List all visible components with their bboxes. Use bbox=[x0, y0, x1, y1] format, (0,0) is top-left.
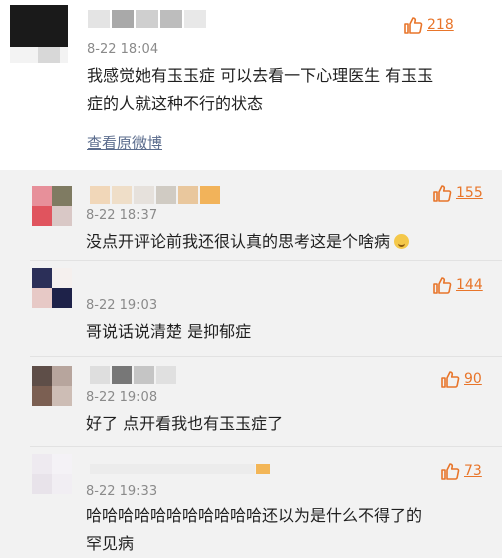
reply-time: 8-22 18:37 bbox=[86, 208, 158, 223]
reply-time: 8-22 19:33 bbox=[86, 484, 158, 499]
thumbs-up-icon bbox=[433, 185, 452, 202]
thumbs-up-icon bbox=[441, 371, 460, 388]
reply-text-content: 没点开评论前我还很认真的思考这是个啥病 bbox=[86, 232, 391, 251]
like-button[interactable]: 90 bbox=[440, 368, 482, 390]
main-comment: 8-22 18:04 218 我感觉她有玉玉症 可以去看一下心理医生 有玉玉 症… bbox=[0, 0, 502, 170]
like-count: 90 bbox=[464, 371, 482, 387]
divider bbox=[30, 446, 502, 447]
avatar[interactable] bbox=[32, 186, 72, 226]
like-count: 144 bbox=[456, 277, 483, 293]
like-count: 73 bbox=[464, 463, 482, 479]
thumbs-up-icon bbox=[433, 277, 452, 294]
comment-text-line: 症的人就这种不行的状态 bbox=[87, 94, 264, 113]
avatar[interactable] bbox=[32, 268, 72, 308]
reply-text: 好了 点开看我也有玉玉症了 bbox=[86, 414, 284, 433]
username-blurred[interactable] bbox=[90, 366, 180, 384]
like-count: 155 bbox=[456, 185, 483, 201]
divider bbox=[30, 260, 502, 261]
reply-text-line: 罕见病 bbox=[86, 534, 135, 553]
reply-text: 哈哈哈哈哈哈哈哈哈哈哈还以为是什么不得了的 罕见病 bbox=[86, 502, 422, 558]
reply-text-line: 哈哈哈哈哈哈哈哈哈哈哈还以为是什么不得了的 bbox=[86, 506, 423, 525]
reply-text: 没点开评论前我还很认真的思考这是个啥病 bbox=[86, 228, 410, 256]
like-button[interactable]: 144 bbox=[432, 274, 483, 296]
comment-time: 8-22 18:04 bbox=[87, 42, 159, 57]
reply-time: 8-22 19:08 bbox=[86, 390, 158, 405]
reply-time: 8-22 19:03 bbox=[86, 298, 158, 313]
like-button[interactable]: 155 bbox=[432, 182, 483, 204]
replies-section: 8-22 18:37 155 没点开评论前我还很认真的思考这是个啥病 8-22 … bbox=[0, 170, 502, 558]
reply-text: 哥说话说清楚 是抑郁症 bbox=[86, 322, 252, 341]
thumbs-up-icon bbox=[404, 17, 423, 34]
username-blurred[interactable] bbox=[88, 10, 228, 28]
laughing-emoji-icon bbox=[394, 234, 410, 249]
avatar[interactable] bbox=[32, 366, 72, 406]
divider bbox=[30, 356, 502, 357]
like-button[interactable]: 73 bbox=[440, 460, 482, 482]
avatar[interactable] bbox=[32, 454, 72, 494]
username-blurred[interactable] bbox=[90, 186, 240, 204]
comment-text-line: 我感觉她有玉玉症 可以去看一下心理医生 有玉玉 bbox=[87, 66, 434, 85]
thumbs-up-icon bbox=[441, 463, 460, 480]
avatar[interactable] bbox=[10, 5, 68, 63]
like-count: 218 bbox=[427, 17, 454, 33]
view-original-link[interactable]: 查看原微博 bbox=[87, 132, 162, 153]
like-button[interactable]: 218 bbox=[403, 14, 454, 36]
comment-text: 我感觉她有玉玉症 可以去看一下心理医生 有玉玉 症的人就这种不行的状态 bbox=[87, 62, 433, 118]
username-blurred[interactable] bbox=[90, 460, 280, 478]
